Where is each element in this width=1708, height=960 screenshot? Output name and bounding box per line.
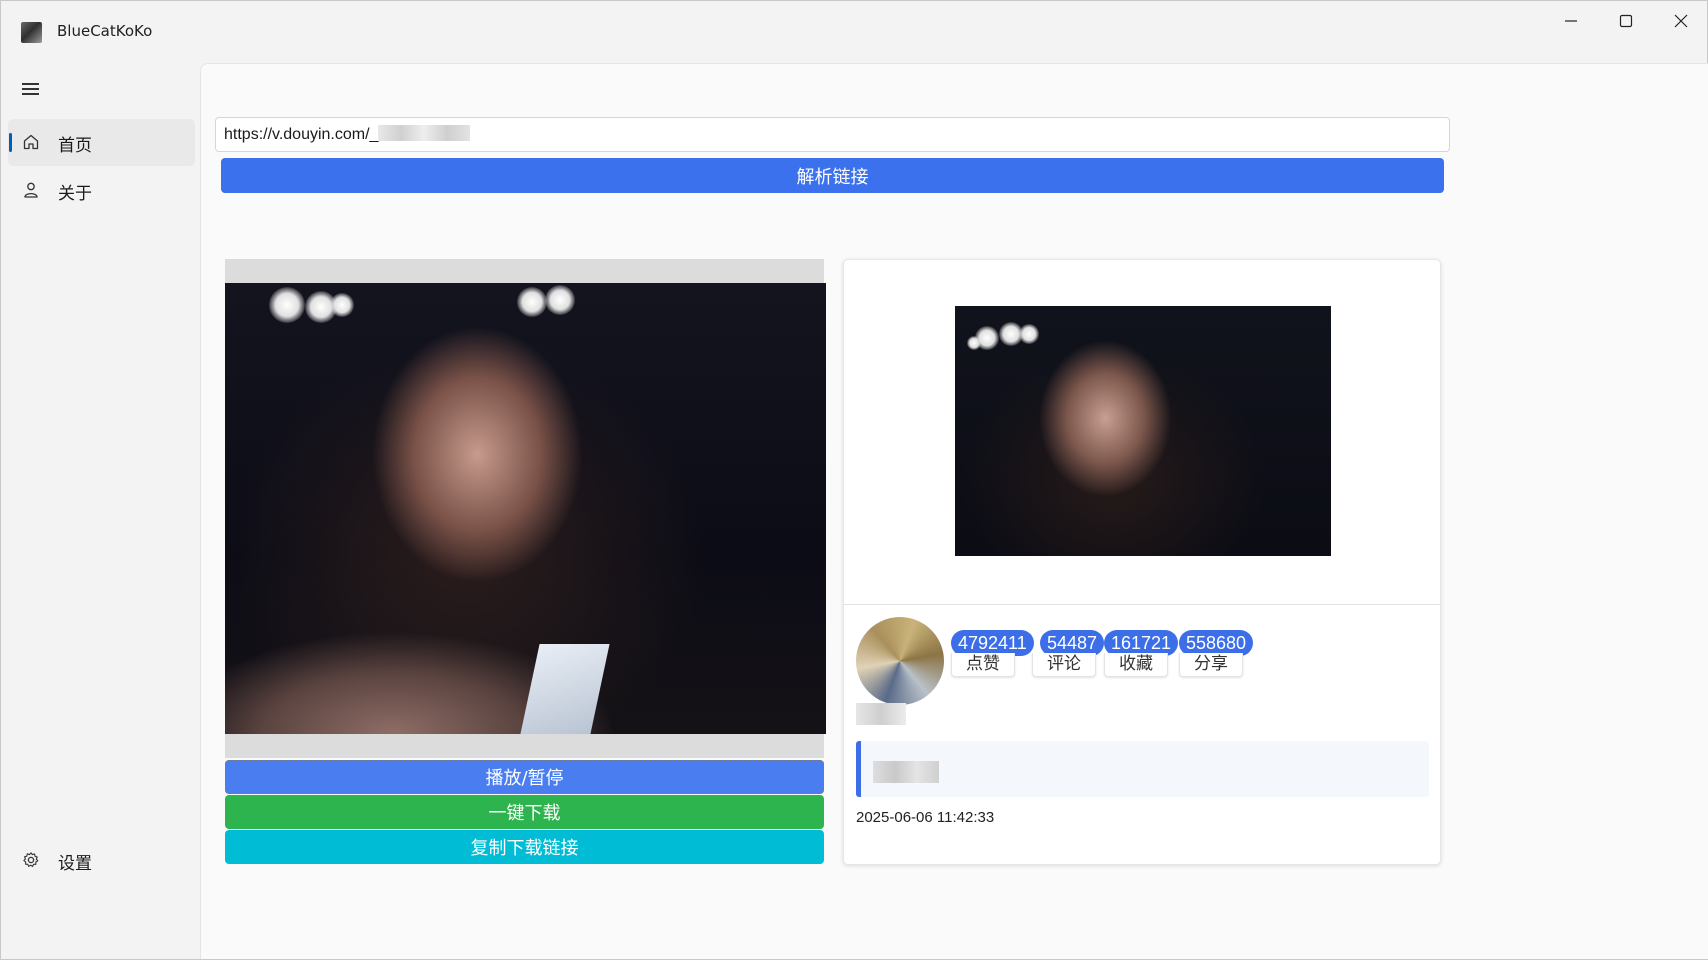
video-player[interactable] — [225, 259, 826, 758]
maximize-button[interactable] — [1598, 1, 1653, 41]
app-window: BlueCatKoKo 首页 关于 设置 https://v.douyin.co… — [0, 0, 1708, 960]
download-button[interactable]: 一键下载 — [225, 795, 824, 829]
active-indicator — [9, 133, 12, 152]
sidebar-item-home[interactable]: 首页 — [8, 119, 195, 166]
url-input-value: https://v.douyin.com/_ — [224, 126, 379, 143]
play-pause-button[interactable]: 播放/暂停 — [225, 760, 824, 794]
video-frame-image — [225, 283, 826, 734]
comments-label: 评论 — [1032, 653, 1096, 677]
minimize-button[interactable] — [1543, 1, 1598, 41]
hamburger-icon[interactable] — [19, 79, 43, 99]
close-button[interactable] — [1653, 1, 1708, 41]
url-input[interactable]: https://v.douyin.com/_ — [215, 117, 1450, 152]
sidebar-item-label: 首页 — [58, 136, 92, 156]
person-icon — [24, 182, 38, 198]
shares-label: 分享 — [1179, 653, 1243, 677]
main-content: https://v.douyin.com/_ 解析链接 播放/暂停 一键下载 复… — [200, 63, 1708, 959]
parse-link-button[interactable]: 解析链接 — [221, 158, 1444, 193]
minimize-icon — [1564, 20, 1577, 22]
sidebar-item-label: 关于 — [58, 184, 92, 204]
close-icon — [1674, 14, 1687, 28]
home-icon — [23, 134, 39, 150]
copy-download-link-button[interactable]: 复制下载链接 — [225, 830, 824, 864]
sidebar-item-settings[interactable]: 设置 — [8, 837, 195, 881]
author-avatar — [856, 617, 944, 705]
app-logo-icon — [21, 22, 42, 43]
sidebar-item-label: 设置 — [58, 854, 92, 874]
sidebar-item-about[interactable]: 关于 — [8, 167, 195, 214]
redacted-author-name — [856, 703, 906, 725]
likes-label: 点赞 — [951, 653, 1015, 677]
gear-icon — [23, 852, 39, 867]
video-cover-image — [955, 306, 1331, 556]
redacted-url-part — [378, 125, 471, 141]
sidebar: 首页 关于 设置 — [1, 63, 200, 959]
favorites-label: 收藏 — [1104, 653, 1168, 677]
maximize-icon — [1619, 14, 1632, 28]
video-info-card: 4792411 点赞 54487 评论 161721 收藏 558680 分享 … — [843, 259, 1441, 865]
divider — [844, 604, 1440, 605]
redacted-description — [873, 761, 939, 783]
publish-date: 2025-06-06 11:42:33 — [856, 809, 995, 826]
app-title: BlueCatKoKo — [57, 22, 153, 40]
video-description — [856, 741, 1429, 797]
title-bar: BlueCatKoKo — [1, 1, 1707, 63]
